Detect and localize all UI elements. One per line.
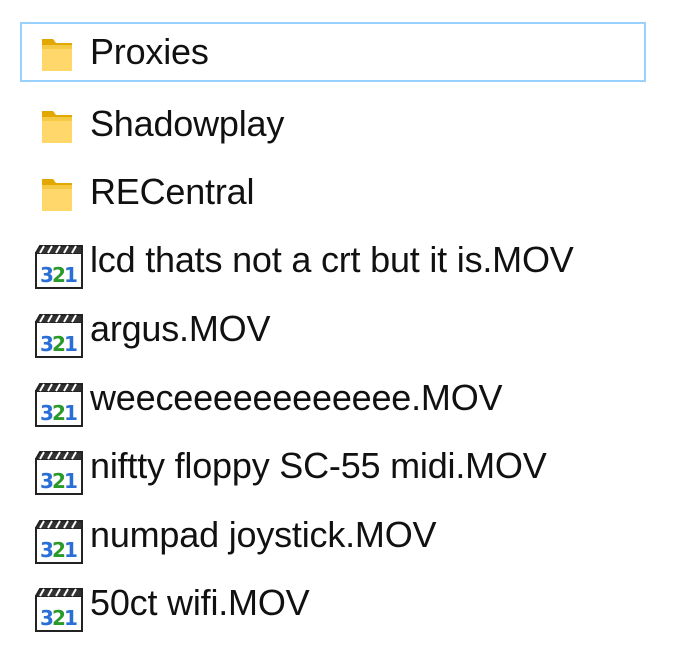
file-item-video[interactable]: 3 2 1 argus.MOV xyxy=(20,299,646,359)
file-item-video[interactable]: 3 2 1 lcd thats not a crt but it is.MOV xyxy=(20,230,646,290)
svg-text:1: 1 xyxy=(64,263,78,287)
folder-icon xyxy=(40,175,74,213)
file-item-proxies[interactable]: Proxies xyxy=(20,22,646,82)
file-item-recentral[interactable]: RECentral xyxy=(20,162,646,222)
file-name: argus.MOV xyxy=(90,308,271,349)
svg-text:1: 1 xyxy=(64,538,78,562)
file-list: Proxies Shadowplay RECentral 3 2 1 lcd t… xyxy=(0,0,680,665)
media-player-321-icon: 3 2 1 xyxy=(34,450,90,496)
svg-text:1: 1 xyxy=(64,469,78,493)
file-item-shadowplay[interactable]: Shadowplay xyxy=(20,94,646,154)
file-item-video[interactable]: 3 2 1 weeceeeeeeeeeeee.MOV xyxy=(20,368,646,428)
file-name: Proxies xyxy=(90,31,209,72)
media-player-321-icon: 3 2 1 xyxy=(34,587,90,633)
svg-text:1: 1 xyxy=(64,606,78,630)
file-item-video[interactable]: 3 2 1 niftty floppy SC-55 midi.MOV xyxy=(20,436,646,496)
file-item-video[interactable]: 3 2 1 50ct wifi.MOV xyxy=(20,573,646,633)
media-player-321-icon: 3 2 1 xyxy=(34,382,90,428)
media-player-321-icon: 3 2 1 xyxy=(34,519,90,565)
file-name: 50ct wifi.MOV xyxy=(90,582,310,623)
file-name: Shadowplay xyxy=(90,103,285,144)
media-player-321-icon: 3 2 1 xyxy=(34,244,90,290)
folder-icon xyxy=(40,107,74,145)
svg-text:1: 1 xyxy=(64,401,78,425)
file-name: RECentral xyxy=(90,171,255,212)
file-name: weeceeeeeeeeeeee.MOV xyxy=(90,377,503,418)
media-player-321-icon: 3 2 1 xyxy=(34,313,90,359)
folder-icon xyxy=(40,35,74,73)
file-name: lcd thats not a crt but it is.MOV xyxy=(90,239,574,280)
file-name: niftty floppy SC-55 midi.MOV xyxy=(90,445,547,486)
svg-text:1: 1 xyxy=(64,332,78,356)
file-name: numpad joystick.MOV xyxy=(90,514,437,555)
file-item-video[interactable]: 3 2 1 numpad joystick.MOV xyxy=(20,505,646,565)
